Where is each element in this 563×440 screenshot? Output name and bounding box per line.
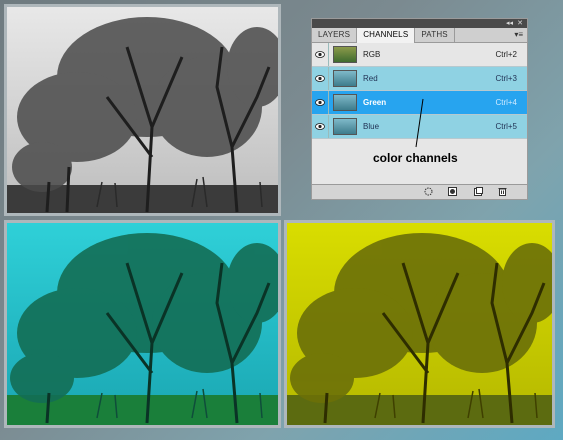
channel-name: Green: [363, 98, 387, 107]
channel-thumbnail: [333, 118, 357, 135]
panel-title-bar: ◂◂ ✕: [312, 19, 527, 28]
delete-channel-icon[interactable]: [498, 187, 507, 196]
tab-paths[interactable]: PATHS: [415, 28, 455, 42]
channel-shortcut: Ctrl+2: [495, 50, 517, 59]
new-channel-icon[interactable]: [474, 187, 483, 196]
panel-menu-icon[interactable]: ▾≡: [514, 28, 523, 42]
cyan-tree-photo: [4, 220, 281, 428]
yellow-tree-photo: [284, 220, 555, 428]
close-icon[interactable]: ✕: [517, 19, 523, 28]
collapse-icon[interactable]: ◂◂: [506, 19, 513, 28]
load-selection-icon[interactable]: [424, 187, 433, 196]
grayscale-tree-photo: [4, 4, 281, 216]
channel-thumbnail: [333, 70, 357, 87]
tab-channels[interactable]: CHANNELS: [357, 28, 416, 43]
channel-row-rgb[interactable]: RGB Ctrl+2: [312, 43, 527, 67]
channel-name: Blue: [363, 122, 380, 131]
channel-row-red[interactable]: Red Ctrl+3: [312, 67, 527, 91]
channel-thumbnail: [333, 46, 357, 63]
channel-shortcut: Ctrl+4: [495, 98, 517, 107]
eye-icon[interactable]: [312, 91, 329, 114]
eye-icon[interactable]: [312, 115, 329, 138]
tab-layers[interactable]: LAYERS: [312, 28, 358, 42]
channel-shortcut: Ctrl+5: [495, 122, 517, 131]
channel-row-green[interactable]: Green Ctrl+4: [312, 91, 527, 115]
channel-name: RGB: [363, 50, 381, 59]
save-selection-icon[interactable]: [448, 187, 457, 196]
channel-thumbnail: [333, 94, 357, 111]
channel-name: Red: [363, 74, 378, 83]
channel-shortcut: Ctrl+3: [495, 74, 517, 83]
channels-panel: ◂◂ ✕ LAYERS CHANNELS PATHS ▾≡ RGB Ctrl+2…: [311, 18, 528, 200]
eye-icon[interactable]: [312, 43, 329, 66]
panel-tabs: LAYERS CHANNELS PATHS ▾≡: [312, 28, 527, 43]
panel-bottom-bar: [312, 184, 527, 199]
channel-row-blue[interactable]: Blue Ctrl+5: [312, 115, 527, 139]
eye-icon[interactable]: [312, 67, 329, 90]
annotation-label: color channels: [373, 151, 458, 165]
